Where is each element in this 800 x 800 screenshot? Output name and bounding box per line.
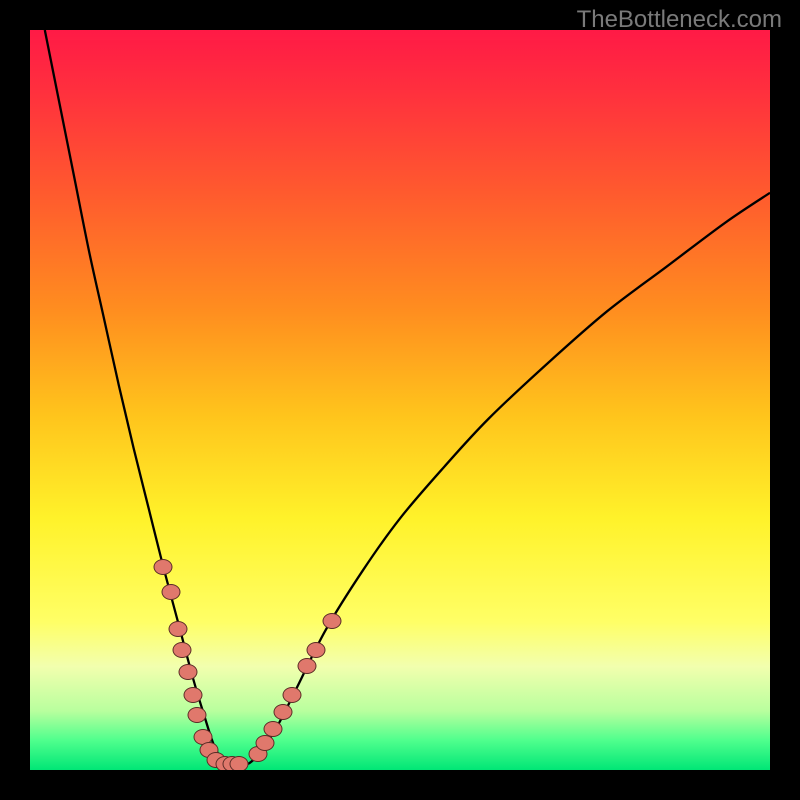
dot-right-3	[274, 704, 293, 720]
dot-left-12	[230, 756, 249, 770]
dot-left-6	[188, 707, 207, 723]
dot-right-5	[297, 658, 316, 674]
dot-right-6	[306, 642, 325, 658]
chart-container: TheBottleneck.com	[0, 0, 800, 800]
dot-left-4	[179, 664, 198, 680]
dot-left-2	[169, 621, 188, 637]
dot-left-0	[154, 559, 173, 575]
dot-right-1	[256, 735, 275, 751]
dot-right-2	[263, 721, 282, 737]
bottleneck-curve	[45, 30, 770, 765]
dot-left-5	[183, 687, 202, 703]
dot-left-1	[161, 584, 180, 600]
dot-right-7	[322, 613, 341, 629]
plot-area	[30, 30, 770, 770]
dot-right-4	[282, 687, 301, 703]
curve-layer	[30, 30, 770, 770]
dot-left-3	[173, 642, 192, 658]
